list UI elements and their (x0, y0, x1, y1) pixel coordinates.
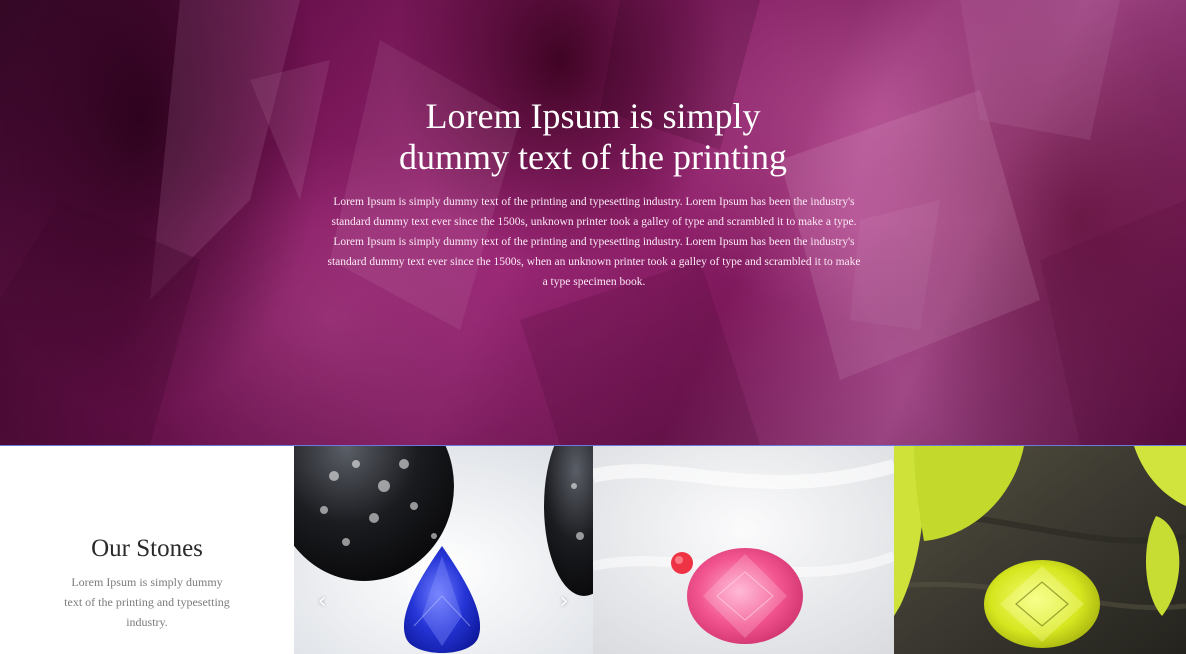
stones-description: Lorem Ipsum is simply dummy text of the … (64, 575, 230, 629)
pink-gemstone-image (593, 446, 894, 654)
blue-gemstone-image (294, 446, 593, 654)
stones-intro: Our Stones Lorem Ipsum is simply dummy t… (0, 446, 294, 654)
hero-title: Lorem Ipsum is simply dummy text of the … (0, 96, 1186, 178)
stone-card-blue[interactable] (294, 446, 593, 654)
stone-card-pink[interactable] (593, 446, 894, 654)
hero-description: Lorem Ipsum is simply dummy text of the … (327, 196, 861, 288)
yellow-gemstone-image (894, 446, 1186, 654)
hero-title-line-1: Lorem Ipsum is simply (425, 96, 761, 136)
hero-banner: Lorem Ipsum is simply dummy text of the … (0, 0, 1186, 445)
carousel-next-button[interactable]: › (552, 588, 576, 616)
chevron-right-icon: › (559, 589, 569, 614)
carousel-prev-button[interactable]: ‹ (310, 588, 334, 616)
chevron-left-icon: ‹ (317, 589, 327, 614)
our-stones-section: Our Stones Lorem Ipsum is simply dummy t… (0, 446, 1186, 654)
stone-card-yellow[interactable] (894, 446, 1186, 654)
hero-title-line-2: dummy text of the printing (399, 137, 787, 177)
stones-title: Our Stones (91, 535, 203, 562)
